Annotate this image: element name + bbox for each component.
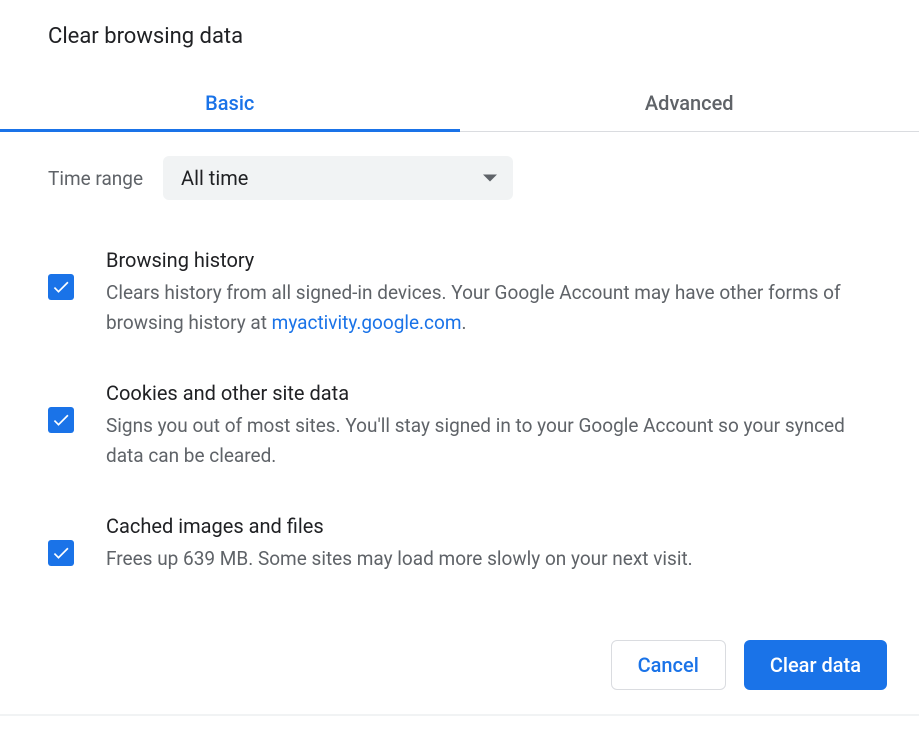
option-cache-title: Cached images and files [106,514,871,538]
time-range-value: All time [181,166,248,190]
check-icon [51,543,71,563]
option-cookies-title: Cookies and other site data [106,381,871,405]
tab-basic-label: Basic [205,91,254,115]
checkbox-cookies[interactable] [48,407,74,433]
checkbox-cache[interactable] [48,540,74,566]
chevron-down-icon [483,175,497,182]
time-range-row: Time range All time [48,156,871,200]
option-cache-desc: Frees up 639 MB. Some sites may load mor… [106,544,871,574]
dialog-footer: Cancel Clear data [0,616,919,716]
clear-data-button[interactable]: Clear data [744,640,887,690]
clear-browsing-data-dialog: Clear browsing data Basic Advanced Time … [0,0,919,716]
tab-basic[interactable]: Basic [0,77,460,131]
time-range-select[interactable]: All time [163,156,513,200]
option-browsing-history-desc-suffix: . [462,311,467,334]
check-icon [51,277,71,297]
tab-content-basic: Time range All time Browsing history Cle… [0,132,919,574]
option-cache: Cached images and files Frees up 639 MB.… [48,514,871,574]
option-browsing-history-desc-prefix: Clears history from all signed-in device… [106,281,841,334]
dialog-tabs: Basic Advanced [0,77,919,132]
option-cookies: Cookies and other site data Signs you ou… [48,381,871,472]
option-cookies-text: Cookies and other site data Signs you ou… [106,381,871,472]
option-browsing-history: Browsing history Clears history from all… [48,248,871,339]
option-browsing-history-title: Browsing history [106,248,871,272]
option-cookies-desc: Signs you out of most sites. You'll stay… [106,411,871,472]
myactivity-link[interactable]: myactivity.google.com [272,311,462,334]
tab-advanced-label: Advanced [645,91,734,115]
time-range-label: Time range [48,167,143,190]
option-browsing-history-desc: Clears history from all signed-in device… [106,278,871,339]
tab-advanced[interactable]: Advanced [460,77,919,131]
checkbox-browsing-history[interactable] [48,274,74,300]
cancel-button[interactable]: Cancel [611,640,726,690]
check-icon [51,410,71,430]
option-cache-text: Cached images and files Frees up 639 MB.… [106,514,871,574]
dialog-title: Clear browsing data [0,24,919,49]
option-browsing-history-text: Browsing history Clears history from all… [106,248,871,339]
